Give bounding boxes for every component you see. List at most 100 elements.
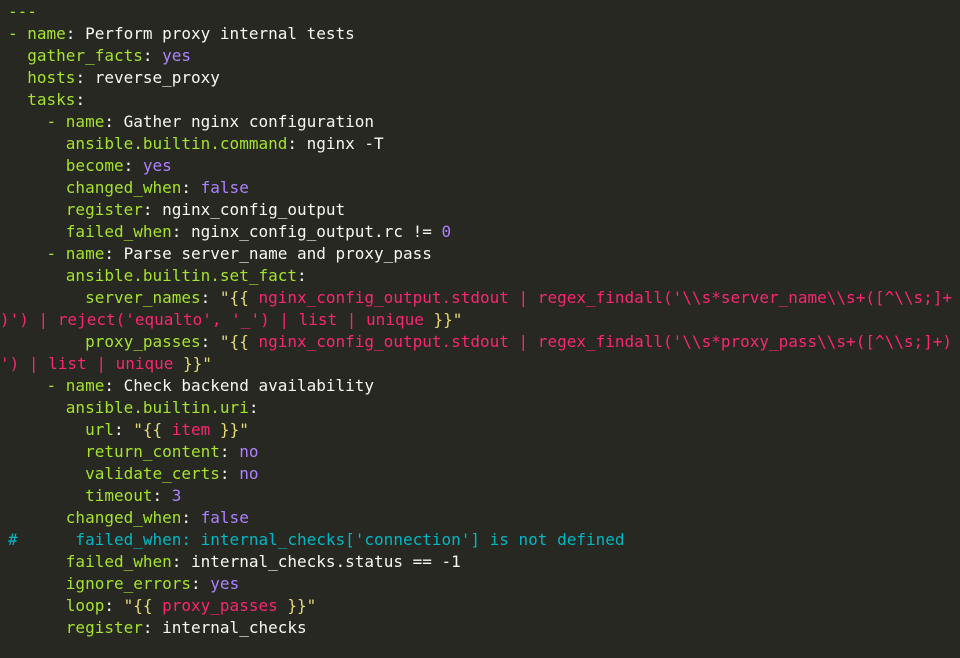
code-token: internal_checks: [162, 618, 307, 637]
code-line: loop: "{{ proxy_passes }}": [0, 595, 960, 617]
code-token: failed_when: [65, 222, 172, 241]
code-editor[interactable]: --- - name: Perform proxy internal tests …: [0, 0, 960, 658]
code-token: :: [181, 178, 201, 197]
code-line: ignore_errors: yes: [0, 573, 960, 595]
code-token: :: [142, 200, 163, 219]
code-token: proxy_passes: [162, 596, 278, 615]
code-token: reverse_proxy: [94, 68, 220, 87]
code-token: # failed_when: internal_checks['connecti…: [8, 530, 625, 549]
code-line: ansible.builtin.set_fact:: [0, 265, 960, 287]
code-line: failed_when: nginx_config_output.rc != 0: [0, 221, 960, 243]
code-line: register: nginx_config_output: [0, 199, 960, 221]
code-token: :: [104, 376, 124, 395]
code-token: false: [200, 178, 249, 197]
code-token: gather_facts: [27, 46, 143, 65]
code-line: - name: Check backend availability: [0, 375, 960, 397]
code-token: 0: [441, 222, 452, 241]
code-token: item: [171, 420, 211, 439]
code-token: ') | list | unique: [0, 354, 184, 373]
code-token: :: [200, 332, 220, 351]
code-token: Check backend availability: [123, 376, 375, 395]
code-token: Gather nginx configuration: [123, 112, 375, 131]
code-token: :: [171, 222, 192, 241]
code-token: ---: [8, 2, 37, 21]
code-token: -: [46, 244, 66, 263]
code-token: "{{: [219, 332, 259, 351]
code-line: register: internal_checks: [0, 617, 960, 639]
code-token: Perform proxy internal tests: [85, 24, 355, 43]
code-token: timeout: [85, 486, 153, 505]
code-line: # failed_when: internal_checks['connecti…: [0, 529, 960, 551]
code-token: nginx_config_output.stdout | regex_finda…: [258, 332, 953, 351]
code-line: ansible.builtin.command: nginx -T: [0, 133, 960, 155]
code-token: Parse server_name and proxy_pass: [123, 244, 432, 263]
code-token: ansible.builtin.set_fact: [65, 266, 297, 285]
code-token: :: [219, 464, 240, 483]
code-token: :: [191, 574, 211, 593]
code-token: register: [65, 200, 143, 219]
code-token: :: [296, 266, 307, 285]
code-line: timeout: 3: [0, 485, 960, 507]
code-token: :: [65, 24, 86, 43]
code-line: url: "{{ item }}": [0, 419, 960, 441]
code-token: server_names: [85, 288, 201, 307]
code-token: url: [85, 420, 114, 439]
code-token: validate_certs: [85, 464, 220, 483]
code-line: ---: [0, 1, 960, 23]
code-token: failed_when: [65, 552, 172, 571]
code-line: ansible.builtin.uri:: [0, 397, 960, 419]
code-token: false: [200, 508, 249, 527]
code-token: yes: [210, 574, 240, 593]
code-token: no: [239, 442, 259, 461]
code-line: gather_facts: yes: [0, 45, 960, 67]
code-token: :: [75, 90, 86, 109]
code-token: :: [75, 68, 95, 87]
code-token: nginx_config_output: [162, 200, 346, 219]
code-token: }}": [183, 354, 212, 373]
code-token: changed_when: [65, 178, 182, 197]
code-token: internal_checks.status == -1: [191, 552, 461, 571]
code-token: changed_when: [65, 508, 182, 527]
code-token: no: [239, 464, 259, 483]
code-line: tasks:: [0, 89, 960, 111]
code-token: }}": [433, 310, 463, 329]
code-token: :: [248, 398, 259, 417]
code-token: -: [8, 24, 28, 43]
code-token: :: [287, 134, 307, 153]
code-token: :: [104, 112, 124, 131]
code-token: ansible.builtin.uri: [65, 398, 249, 417]
code-token: :: [113, 420, 134, 439]
code-token: :: [171, 552, 192, 571]
code-token: name: [65, 112, 105, 131]
code-token: name: [65, 244, 105, 263]
code-token: }}": [210, 420, 249, 439]
code-token: return_content: [85, 442, 220, 461]
code-token: :: [123, 156, 143, 175]
code-token: :: [200, 288, 220, 307]
code-token: yes: [162, 46, 192, 65]
code-token: "{{: [219, 288, 259, 307]
code-token: nginx_config_output.rc !=: [191, 222, 442, 241]
code-line: return_content: no: [0, 441, 960, 463]
code-token: :: [104, 596, 124, 615]
code-token: nginx_config_output.stdout | regex_finda…: [258, 288, 953, 307]
code-token: :: [219, 442, 240, 461]
code-token: proxy_passes: [85, 332, 201, 351]
